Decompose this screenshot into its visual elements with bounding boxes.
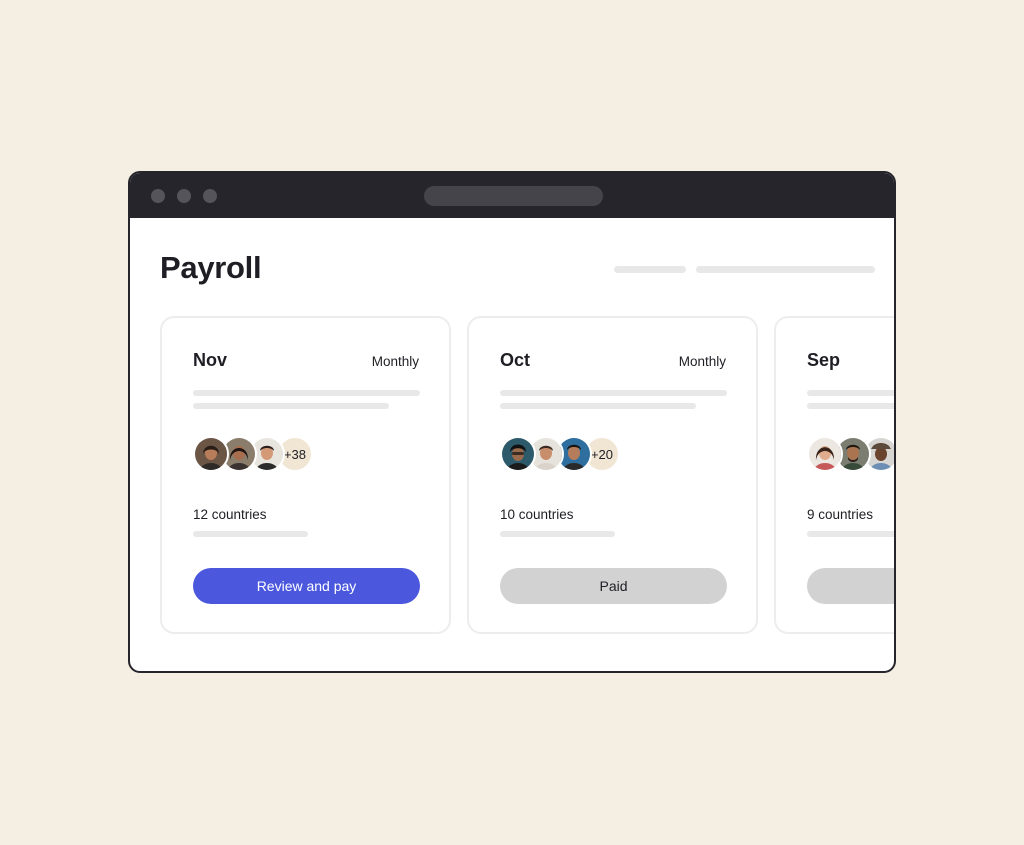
avatar: [500, 436, 536, 472]
card-frequency: Monthly: [678, 354, 726, 369]
card-month: Nov: [193, 350, 228, 370]
address-bar[interactable]: [424, 186, 603, 206]
review-and-pay-button[interactable]: Review and pay: [193, 568, 420, 604]
window-minimize-dot[interactable]: [177, 189, 191, 203]
avatar: [807, 436, 843, 472]
countries-count: 9 countries: [807, 507, 874, 522]
placeholder-line: [193, 390, 420, 396]
placeholder-line: [807, 531, 894, 537]
avatar: [193, 436, 229, 472]
placeholder-line: [500, 390, 727, 396]
avatar-group: +38: [193, 436, 313, 472]
paid-button[interactable]: Paid: [500, 568, 727, 604]
payroll-card-oct[interactable]: Oct Monthly +20 10 countries Paid: [467, 316, 758, 634]
card-month: Sep: [807, 350, 841, 370]
countries-count: 12 countries: [193, 507, 267, 522]
placeholder-line: [807, 390, 894, 396]
placeholder-line: [807, 403, 894, 409]
header-placeholder-line: [614, 266, 686, 273]
browser-window: Payroll Nov Monthly +38 12 countries Rev…: [128, 171, 896, 673]
placeholder-line: [500, 531, 615, 537]
avatar-group: +20: [500, 436, 620, 472]
card-month: Oct: [500, 350, 531, 370]
avatar-group: [807, 436, 894, 472]
countries-count: 10 countries: [500, 507, 574, 522]
placeholder-line: [193, 531, 308, 537]
placeholder-line: [500, 403, 696, 409]
header-placeholder-line: [696, 266, 875, 273]
window-titlebar: [130, 173, 894, 218]
page-title: Payroll: [160, 250, 262, 285]
status-button[interactable]: [807, 568, 894, 604]
placeholder-line: [193, 403, 389, 409]
card-frequency: Monthly: [371, 354, 419, 369]
window-close-dot[interactable]: [151, 189, 165, 203]
payroll-card-nov[interactable]: Nov Monthly +38 12 countries Review and …: [160, 316, 451, 634]
window-maximize-dot[interactable]: [203, 189, 217, 203]
payroll-card-sep[interactable]: Sep 9 countries: [774, 316, 894, 634]
